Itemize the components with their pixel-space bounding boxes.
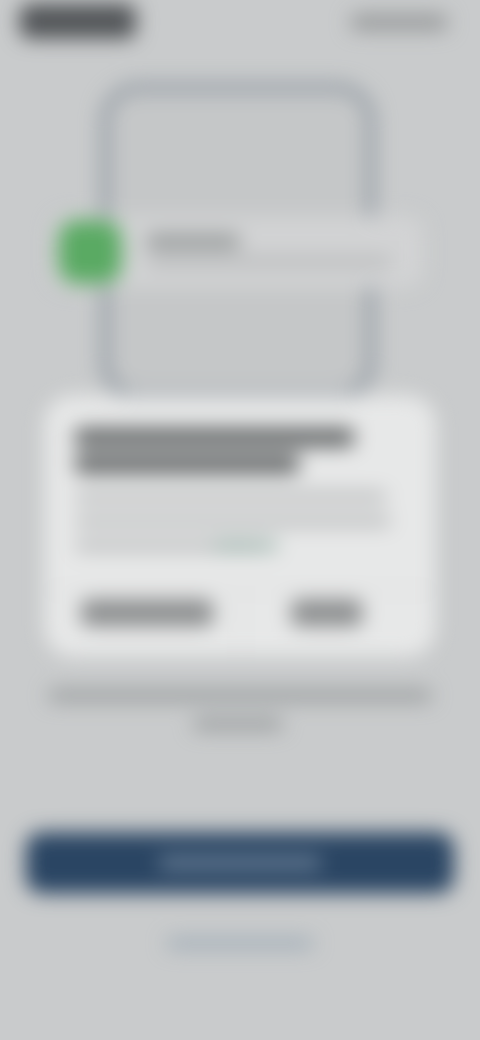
top-right-pill: [350, 14, 449, 31]
dialog-title-line-2: [74, 454, 300, 474]
screen: [0, 0, 480, 1040]
notification-text-placeholder: [146, 256, 391, 268]
info-text-line-1: [48, 689, 432, 702]
info-text-line-2: [193, 717, 283, 731]
blurred-background: [0, 0, 480, 1040]
dialog-link[interactable]: [213, 540, 279, 551]
dialog-button-separator: [240, 591, 243, 657]
notification-app-icon: [58, 220, 122, 284]
notification-title-placeholder: [146, 234, 240, 249]
dialog-title-line-1: [74, 428, 355, 447]
dialog-body-line-1: [74, 491, 387, 502]
top-left-pill[interactable]: [19, 3, 136, 39]
dialog-right-button[interactable]: [291, 599, 363, 627]
secondary-link[interactable]: [166, 938, 314, 949]
dialog-left-button[interactable]: [80, 599, 214, 627]
primary-button-label-placeholder: [158, 856, 322, 869]
dialog-body-line-2: [74, 515, 391, 527]
